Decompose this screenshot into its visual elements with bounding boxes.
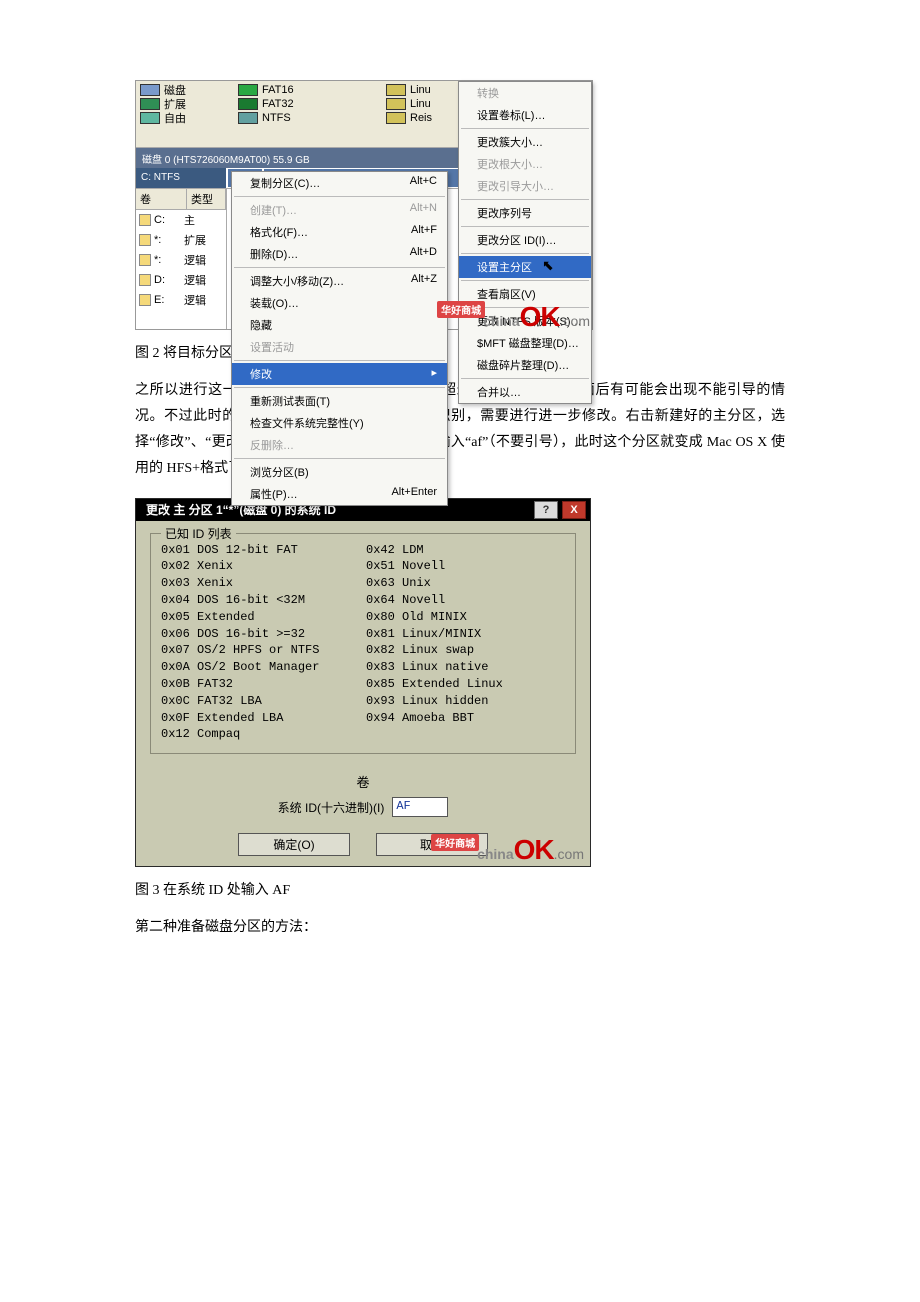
menu-item: 反删除…: [232, 434, 447, 456]
paragraph-2: 第二种准备磁盘分区的方法：: [135, 915, 785, 941]
volume-row[interactable]: D:逻辑: [136, 270, 226, 290]
volume-row[interactable]: C:主: [136, 210, 226, 230]
volume-label: 卷: [150, 772, 576, 791]
menu-item[interactable]: 重新测试表面(T): [232, 390, 447, 412]
context-menu-partition[interactable]: 复制分区(C)…Alt+C 创建(T)…Alt+N格式化(F)…Alt+F删除(D…: [231, 171, 448, 506]
vol-col-name: 卷: [136, 189, 187, 209]
menu-item[interactable]: 属性(P)…Alt+Enter: [232, 483, 447, 505]
menu-item[interactable]: 检查文件系统完整性(Y): [232, 412, 447, 434]
menu-item[interactable]: 复制分区(C)…Alt+C: [232, 172, 447, 194]
menu-item: 设置活动: [232, 336, 447, 358]
legend-label: NTFS: [262, 112, 291, 124]
legend-label: FAT16: [262, 84, 294, 96]
legend-label: 自由: [164, 110, 186, 126]
menu-item: 更改引导大小…: [459, 175, 591, 197]
help-button[interactable]: ?: [534, 501, 558, 519]
menu-item[interactable]: 设置主分区: [459, 256, 591, 278]
context-submenu-modify[interactable]: 转换设置卷标(L)… 更改簇大小…更改根大小…更改引导大小… 更改序列号更改分区 I…: [458, 81, 592, 404]
menu-item: 更改根大小…: [459, 153, 591, 175]
close-button[interactable]: X: [562, 501, 586, 519]
legend-label: Reis: [410, 112, 432, 124]
menu-item[interactable]: 调整大小/移动(Z)…Alt+Z: [232, 270, 447, 292]
legend-label: Linu: [410, 98, 431, 110]
watermark: 华好商城chinaOK.com: [437, 301, 590, 333]
figure-2-screenshot: 磁盘 扩展 自由 FAT16 FAT32 NTFS Linu Linu Reis…: [135, 80, 593, 330]
menu-item[interactable]: 删除(D)…Alt+D: [232, 243, 447, 265]
volume-list: 卷 类型 C:主*:扩展*:逻辑D:逻辑E:逻辑: [136, 189, 227, 329]
ok-button[interactable]: 确定(O): [238, 833, 350, 856]
menu-item[interactable]: 磁盘碎片整理(D)…: [459, 354, 591, 376]
menu-item[interactable]: 隐藏: [232, 314, 447, 336]
legend-label: Linu: [410, 84, 431, 96]
menu-item[interactable]: 更改分区 ID(I)…: [459, 229, 591, 251]
menu-item[interactable]: 合并以…: [459, 381, 591, 403]
vol-col-type: 类型: [187, 189, 226, 209]
id-list-left: 0x01 DOS 12-bit FAT 0x02 Xenix 0x03 Xeni…: [161, 542, 366, 744]
sysid-label: 系统 ID(十六进制)(I): [278, 799, 385, 816]
watermark: 华好商城chinaOK.com: [431, 834, 584, 866]
menu-item[interactable]: 浏览分区(B): [232, 461, 447, 483]
menu-item[interactable]: 更改簇大小…: [459, 131, 591, 153]
sysid-input[interactable]: AF: [392, 797, 448, 817]
partition-c[interactable]: C: NTFS: [136, 168, 227, 188]
menu-item[interactable]: 格式化(F)…Alt+F: [232, 221, 447, 243]
menu-item: 创建(T)…Alt+N: [232, 199, 447, 221]
menu-item[interactable]: $MFT 磁盘整理(D)…: [459, 332, 591, 354]
menu-item[interactable]: 更改序列号: [459, 202, 591, 224]
volume-row[interactable]: *:扩展: [136, 230, 226, 250]
volume-row[interactable]: E:逻辑: [136, 290, 226, 310]
legend-label: FAT32: [262, 98, 294, 110]
menu-item[interactable]: 修改: [232, 363, 447, 385]
menu-item: 转换: [459, 82, 591, 104]
menu-item[interactable]: 装载(O)…: [232, 292, 447, 314]
caption-fig3: 图 3 在系统 ID 处输入 AF: [135, 879, 785, 899]
id-list-right: 0x42 LDM 0x51 Novell 0x63 Unix 0x64 Nove…: [366, 542, 503, 744]
fieldset-legend: 已知 ID 列表: [161, 525, 236, 542]
volume-row[interactable]: *:逻辑: [136, 250, 226, 270]
figure-3-screenshot: 更改 主 分区 1“*”(磁盘 0) 的系统 ID ? X 已知 ID 列表 0…: [135, 498, 591, 868]
menu-item[interactable]: 设置卷标(L)…: [459, 104, 591, 126]
known-id-list-frame: 已知 ID 列表 0x01 DOS 12-bit FAT 0x02 Xenix …: [150, 533, 576, 755]
